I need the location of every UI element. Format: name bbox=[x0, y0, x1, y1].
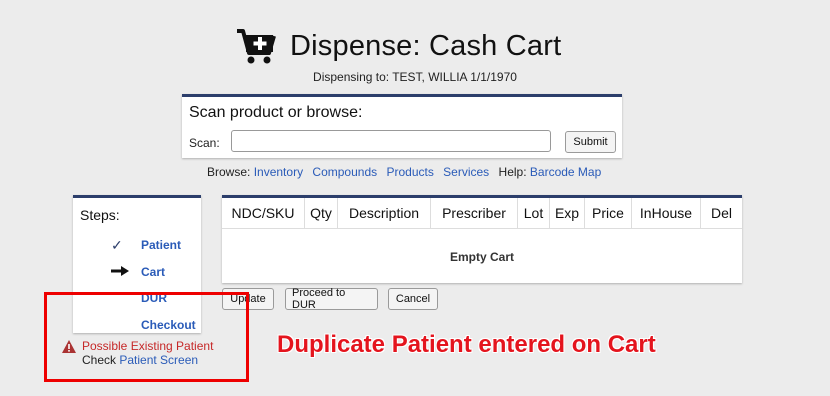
browse-link-inventory[interactable]: Inventory bbox=[254, 165, 303, 179]
submit-button[interactable]: Submit bbox=[565, 131, 616, 153]
column-del: Del bbox=[700, 198, 742, 229]
column-inhouse: InHouse bbox=[631, 198, 701, 229]
help-label: Help: bbox=[498, 165, 527, 179]
scan-panel: Scan product or browse: Scan: Submit bbox=[182, 94, 622, 158]
check-icon: ✓ bbox=[111, 237, 123, 253]
annotation-text: Duplicate Patient entered on Cart bbox=[277, 331, 656, 358]
dispensing-to-text: Dispensing to: TEST, WILLIA 1/1/1970 bbox=[313, 70, 517, 84]
browse-label: Browse: bbox=[207, 165, 251, 179]
browse-link-services[interactable]: Services bbox=[443, 165, 489, 179]
browse-link-products[interactable]: Products bbox=[386, 165, 433, 179]
column-price: Price bbox=[584, 198, 632, 229]
step-patient[interactable]: Patient bbox=[141, 238, 181, 252]
scan-label: Scan: bbox=[189, 136, 220, 150]
annotation-highlight-box bbox=[44, 292, 249, 382]
steps-title: Steps: bbox=[80, 207, 120, 223]
page-title: Dispense: Cash Cart bbox=[290, 29, 562, 62]
cart-table: NDC/SKU Qty Description Prescriber Lot E… bbox=[222, 198, 742, 285]
page-header: Dispense: Cash Cart bbox=[236, 26, 561, 66]
cart-panel: NDC/SKU Qty Description Prescriber Lot E… bbox=[222, 195, 742, 283]
proceed-to-dur-button[interactable]: Proceed to DUR bbox=[285, 287, 378, 311]
column-exp: Exp bbox=[549, 198, 585, 229]
browse-links: Browse: Inventory Compounds Products Ser… bbox=[207, 165, 607, 179]
scan-title: Scan product or browse: bbox=[189, 104, 363, 121]
browse-link-compounds[interactable]: Compounds bbox=[312, 165, 377, 179]
scan-input[interactable] bbox=[231, 130, 551, 152]
column-lot: Lot bbox=[517, 198, 550, 229]
empty-cart-message: Empty Cart bbox=[449, 250, 514, 264]
column-qty: Qty bbox=[304, 198, 338, 229]
step-cart[interactable]: Cart bbox=[141, 265, 165, 279]
cancel-button[interactable]: Cancel bbox=[388, 288, 438, 310]
cart-header-row: NDC/SKU Qty Description Prescriber Lot E… bbox=[222, 198, 742, 229]
help-link-barcode-map[interactable]: Barcode Map bbox=[530, 165, 601, 179]
column-description: Description bbox=[337, 198, 431, 229]
table-row: Empty Cart bbox=[222, 229, 742, 286]
column-prescriber: Prescriber bbox=[430, 198, 518, 229]
cart-plus-icon bbox=[237, 29, 276, 64]
arrow-right-icon bbox=[111, 266, 129, 276]
column-ndc-sku: NDC/SKU bbox=[222, 198, 305, 229]
